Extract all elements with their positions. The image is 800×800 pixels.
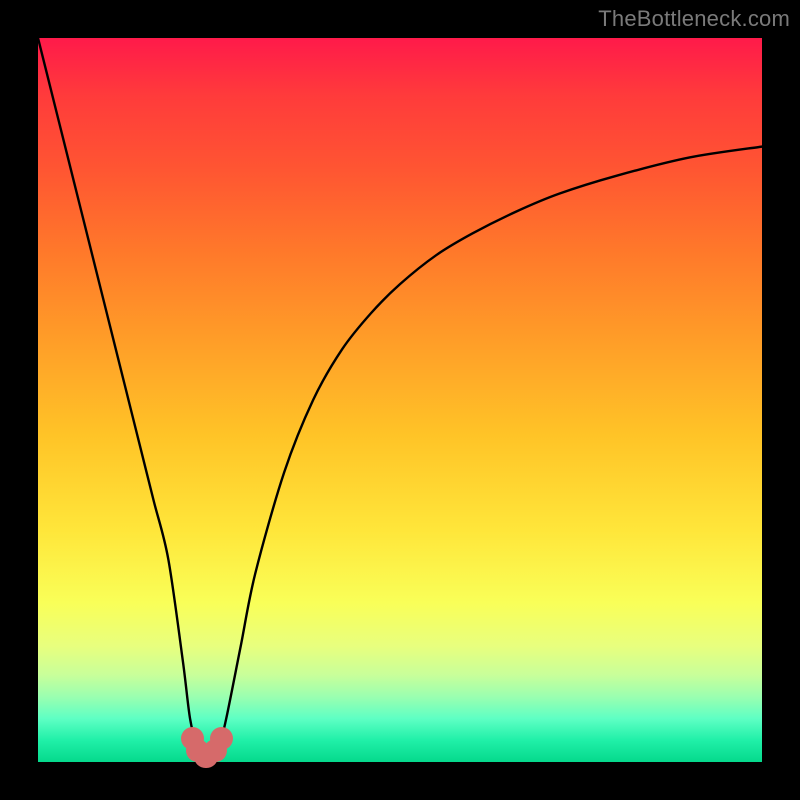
curve-marker (210, 727, 233, 750)
bottleneck-curve (38, 38, 762, 762)
chart-frame: TheBottleneck.com (0, 0, 800, 800)
curve-svg (38, 38, 762, 762)
watermark-text: TheBottleneck.com (598, 6, 790, 32)
plot-area (38, 38, 762, 762)
